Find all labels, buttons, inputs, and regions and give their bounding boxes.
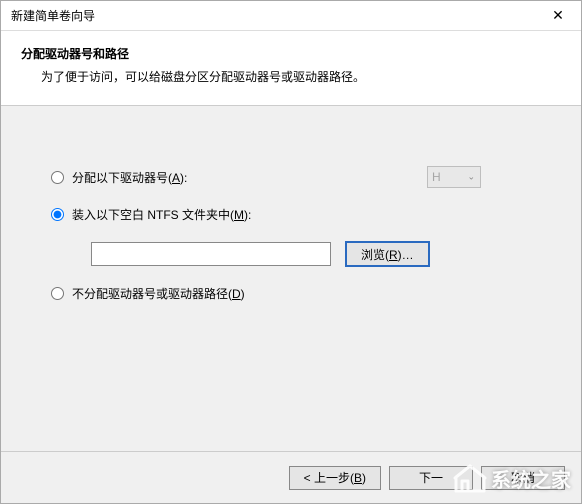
mount-path-input[interactable] [91, 242, 331, 266]
label-mount-path: 装入以下空白 NTFS 文件夹中(M): [72, 206, 251, 223]
label-assign-letter: 分配以下驱动器号(A): [72, 169, 187, 186]
option-assign-letter[interactable]: 分配以下驱动器号(A): H ⌄ [51, 166, 541, 188]
wizard-content: 分配以下驱动器号(A): H ⌄ 装入以下空白 NTFS 文件夹中(M): 浏览… [1, 106, 581, 451]
wizard-window: 新建简单卷向导 ✕ 分配驱动器号和路径 为了便于访问，可以给磁盘分区分配驱动器号… [0, 0, 582, 504]
wizard-header: 分配驱动器号和路径 为了便于访问，可以给磁盘分区分配驱动器号或驱动器路径。 [1, 31, 581, 106]
radio-assign-letter[interactable] [51, 171, 64, 184]
page-title: 分配驱动器号和路径 [21, 45, 561, 62]
drive-letter-select-wrap: H ⌄ [427, 166, 481, 188]
label-no-assign: 不分配驱动器号或驱动器路径(D) [72, 285, 245, 302]
option-no-assign[interactable]: 不分配驱动器号或驱动器路径(D) [51, 285, 541, 302]
window-title: 新建简单卷向导 [11, 7, 95, 24]
browse-button[interactable]: 浏览(R)… [345, 241, 430, 267]
option-mount-path[interactable]: 装入以下空白 NTFS 文件夹中(M): [51, 206, 541, 223]
mount-path-row: 浏览(R)… [91, 241, 541, 267]
wizard-footer: < 上一步(B) 下一 取消 系统之家 [1, 451, 581, 503]
radio-mount-path[interactable] [51, 208, 64, 221]
titlebar: 新建简单卷向导 ✕ [1, 1, 581, 31]
close-icon: ✕ [552, 7, 564, 24]
radio-no-assign[interactable] [51, 287, 64, 300]
close-button[interactable]: ✕ [535, 1, 581, 31]
drive-letter-select[interactable]: H [427, 166, 481, 188]
page-description: 为了便于访问，可以给磁盘分区分配驱动器号或驱动器路径。 [21, 68, 561, 85]
back-button[interactable]: < 上一步(B) [289, 466, 381, 490]
cancel-button[interactable]: 取消 [481, 466, 565, 490]
next-button[interactable]: 下一 [389, 466, 473, 490]
